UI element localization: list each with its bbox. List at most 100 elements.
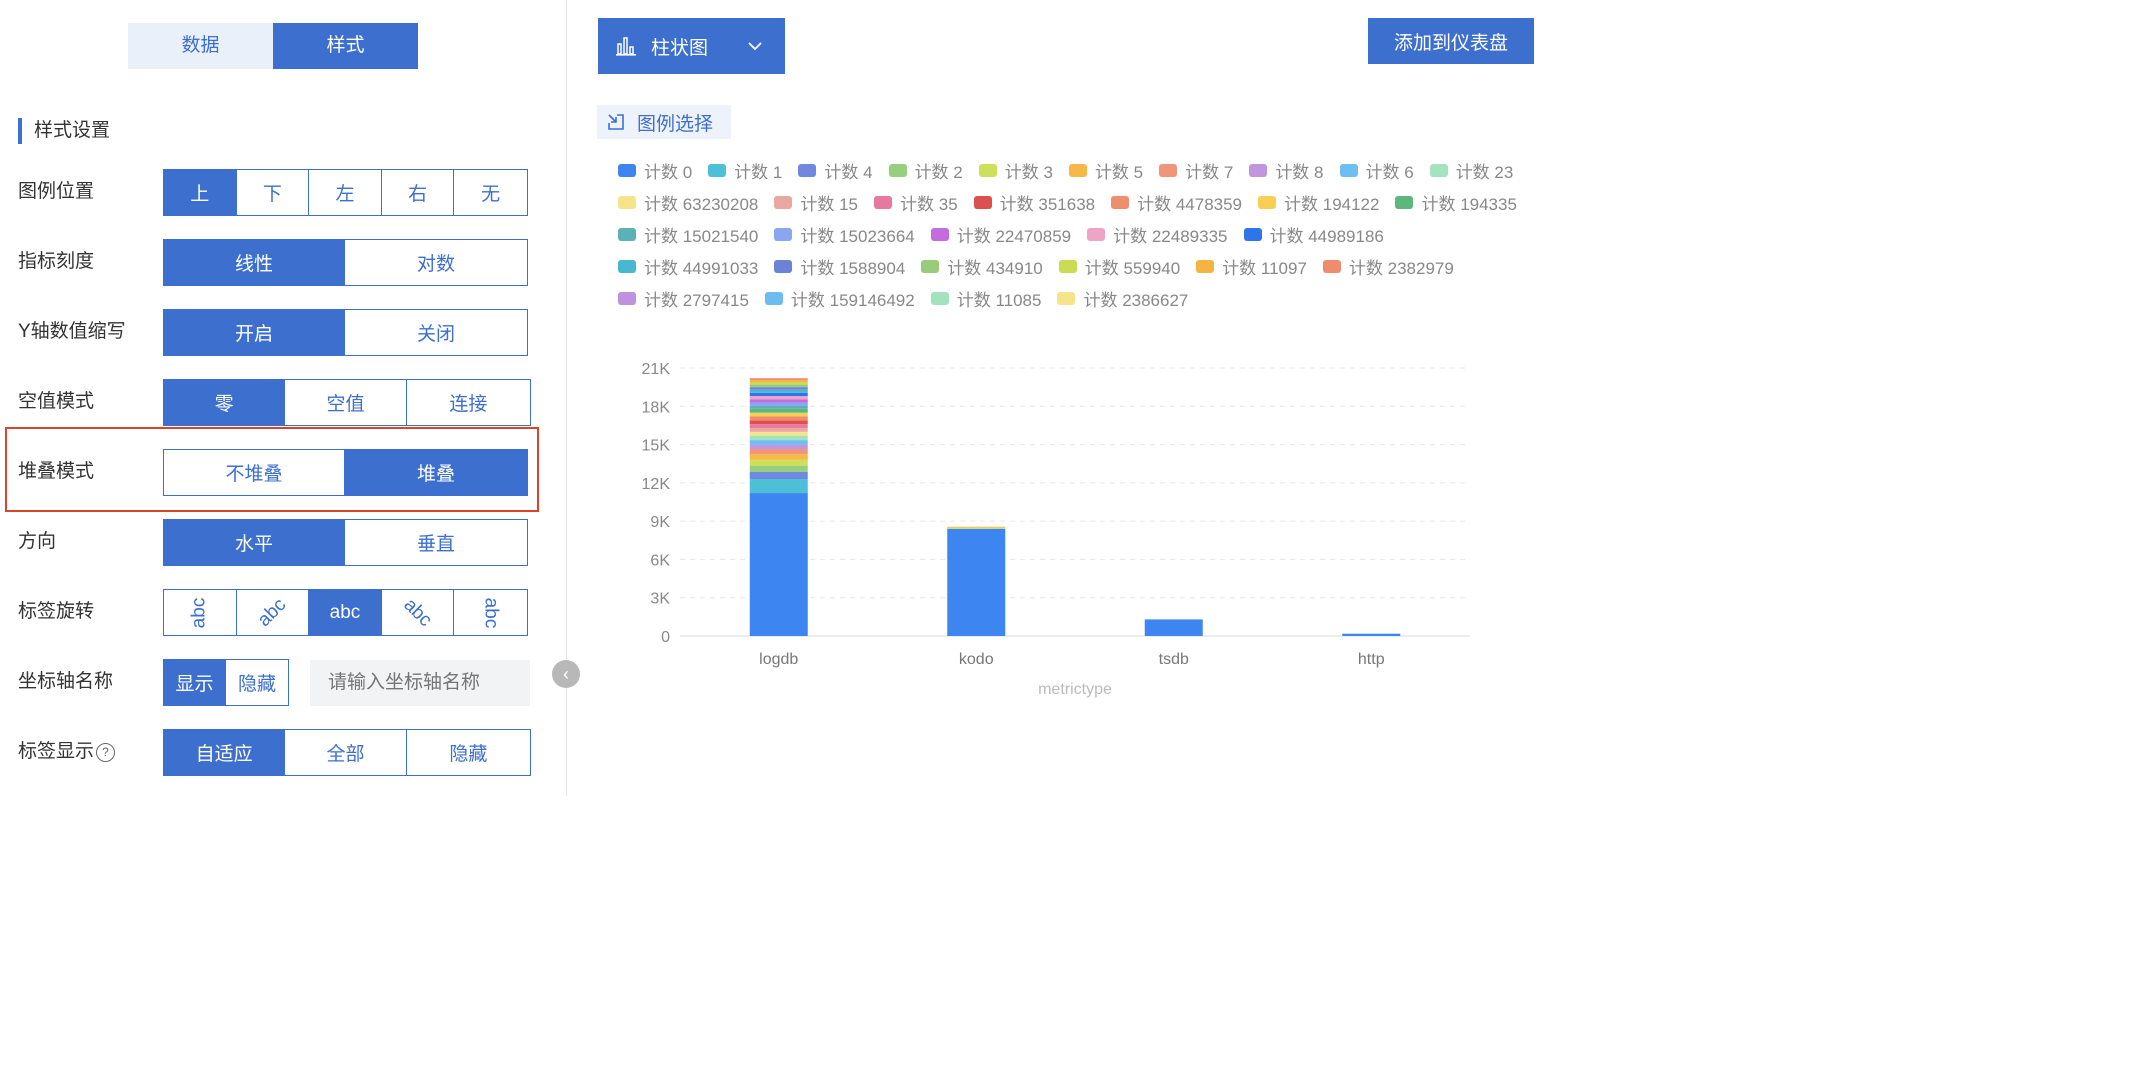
y-abbrev-off[interactable]: 关闭 <box>345 310 527 355</box>
legend-item[interactable]: 计数 2386627 <box>1057 282 1188 314</box>
bar-segment[interactable] <box>749 412 808 417</box>
legend-item[interactable]: 计数 22470859 <box>930 218 1071 250</box>
null-mode-connect[interactable]: 连接 <box>407 380 530 425</box>
bar-segment[interactable] <box>749 454 808 460</box>
bar-segment[interactable] <box>749 424 808 428</box>
legend-item[interactable]: 计数 0 <box>618 154 692 186</box>
label-display-hide[interactable]: 隐藏 <box>407 730 530 775</box>
rotation-45[interactable]: abc <box>382 590 455 635</box>
legend-item[interactable]: 计数 15021540 <box>618 218 758 250</box>
label-display-auto[interactable]: 自适应 <box>164 730 286 775</box>
legend-item[interactable]: 计数 3 <box>978 154 1053 186</box>
legend-item[interactable]: 计数 2797415 <box>618 282 749 314</box>
question-circle-icon[interactable]: ? <box>96 742 116 762</box>
legend-item[interactable]: 计数 1 <box>708 154 782 186</box>
tab-data[interactable]: 数据 <box>128 23 273 69</box>
bar-segment[interactable] <box>749 408 808 413</box>
bar-segment[interactable] <box>1342 633 1401 636</box>
axis-name-show[interactable]: 显示 <box>164 660 227 705</box>
legend-item[interactable]: 计数 23 <box>1429 154 1513 186</box>
legend-item[interactable]: 计数 11097 <box>1196 250 1307 282</box>
legend-item[interactable]: 计数 194122 <box>1258 186 1379 218</box>
scale-linear[interactable]: 线性 <box>164 240 345 285</box>
legend-item[interactable]: 计数 434910 <box>921 250 1043 282</box>
legend-select-button[interactable]: 图例选择 <box>597 105 731 139</box>
y-abbrev-on[interactable]: 开启 <box>164 310 345 355</box>
legend-item[interactable]: 计数 63230208 <box>618 186 758 218</box>
tab-style[interactable]: 样式 <box>273 23 418 69</box>
rotation-90[interactable]: abc <box>454 590 527 635</box>
legend-item[interactable]: 计数 351638 <box>973 186 1095 218</box>
legend-position-top[interactable]: 上 <box>164 170 237 215</box>
legend-item[interactable]: 计数 2 <box>888 154 963 186</box>
direction-vertical[interactable]: 垂直 <box>345 520 527 565</box>
legend-item[interactable]: 计数 6 <box>1339 154 1414 186</box>
legend-item[interactable]: 计数 11085 <box>930 282 1041 314</box>
bar-segment[interactable] <box>749 435 808 441</box>
bar-segment[interactable] <box>749 479 808 494</box>
rotation-0[interactable]: abc <box>309 590 382 635</box>
legend-position-right[interactable]: 右 <box>382 170 455 215</box>
legend-position-left[interactable]: 左 <box>309 170 382 215</box>
legend-item[interactable]: 计数 15 <box>774 186 858 218</box>
legend-item[interactable]: 计数 1588904 <box>774 250 905 282</box>
null-mode-null[interactable]: 空值 <box>285 380 407 425</box>
rotation-minus-90[interactable]: abc <box>164 590 237 635</box>
label-display-all[interactable]: 全部 <box>285 730 407 775</box>
rotation-0-text: abc <box>329 601 361 623</box>
legend-item[interactable]: 计数 559940 <box>1058 250 1180 282</box>
legend-item[interactable]: 计数 5 <box>1068 154 1143 186</box>
bar-segment[interactable] <box>749 382 808 385</box>
bar-segment[interactable] <box>749 387 808 390</box>
legend-item[interactable]: 计数 22489335 <box>1087 218 1228 250</box>
axis-name-input[interactable] <box>310 660 530 706</box>
stack-mode-stacked[interactable]: 堆叠 <box>345 450 527 495</box>
bar-segment[interactable] <box>749 384 808 388</box>
legend-item[interactable]: 计数 4478359 <box>1111 186 1242 218</box>
legend-item[interactable]: 计数 194335 <box>1395 186 1517 218</box>
bar-segment[interactable] <box>749 392 808 397</box>
legend-item[interactable]: 计数 44989186 <box>1243 218 1384 250</box>
chart-type-dropdown[interactable]: 柱状图 <box>598 18 785 74</box>
legend-item[interactable]: 计数 44991033 <box>618 250 758 282</box>
bar-segment[interactable] <box>749 449 808 455</box>
bar-segment[interactable] <box>749 389 808 393</box>
legend-item[interactable]: 计数 8 <box>1249 154 1324 186</box>
bar-segment[interactable] <box>749 416 808 421</box>
bar-segment[interactable] <box>947 528 1006 636</box>
direction-horizontal[interactable]: 水平 <box>164 520 345 565</box>
bar-segment[interactable] <box>749 472 808 480</box>
null-mode-zero[interactable]: 零 <box>164 380 286 425</box>
add-to-dashboard-button[interactable]: 添加到仪表盘 <box>1368 18 1534 64</box>
bar-segment[interactable] <box>749 396 808 400</box>
legend-item[interactable]: 计数 15023664 <box>774 218 915 250</box>
bar-segment[interactable] <box>749 405 808 409</box>
bar-segment[interactable] <box>749 399 808 403</box>
legend-item[interactable]: 计数 159146492 <box>764 282 915 314</box>
legend-item[interactable]: 计数 2382979 <box>1322 250 1454 282</box>
bar-segment[interactable] <box>749 444 808 450</box>
legend-position-none[interactable]: 无 <box>454 170 527 215</box>
bar-segment[interactable] <box>749 420 808 425</box>
axis-name-hide[interactable]: 隐藏 <box>226 660 288 705</box>
bar-segment[interactable] <box>749 459 808 466</box>
bar-segment[interactable] <box>749 378 808 381</box>
legend-item[interactable]: 计数 35 <box>874 186 958 218</box>
bar-segment[interactable] <box>749 427 808 432</box>
collapse-panel-button[interactable]: ‹ <box>552 660 580 688</box>
legend-item[interactable]: 计数 4 <box>798 154 873 186</box>
bar-segment[interactable] <box>749 493 808 636</box>
bar-segment[interactable] <box>749 402 808 406</box>
stack-mode-unstacked[interactable]: 不堆叠 <box>164 450 345 495</box>
legend-item[interactable]: 计数 7 <box>1159 154 1233 186</box>
bar-segment[interactable] <box>749 431 808 436</box>
bar-segment[interactable] <box>947 526 1006 528</box>
bar-segment[interactable] <box>749 380 808 383</box>
bar-segment[interactable] <box>947 527 1006 529</box>
legend-position-bottom[interactable]: 下 <box>237 170 310 215</box>
bar-segment[interactable] <box>1144 619 1203 636</box>
bar-segment[interactable] <box>749 440 808 445</box>
rotation-minus-45[interactable]: abc <box>237 590 310 635</box>
bar-segment[interactable] <box>749 465 808 473</box>
scale-log[interactable]: 对数 <box>345 240 527 285</box>
